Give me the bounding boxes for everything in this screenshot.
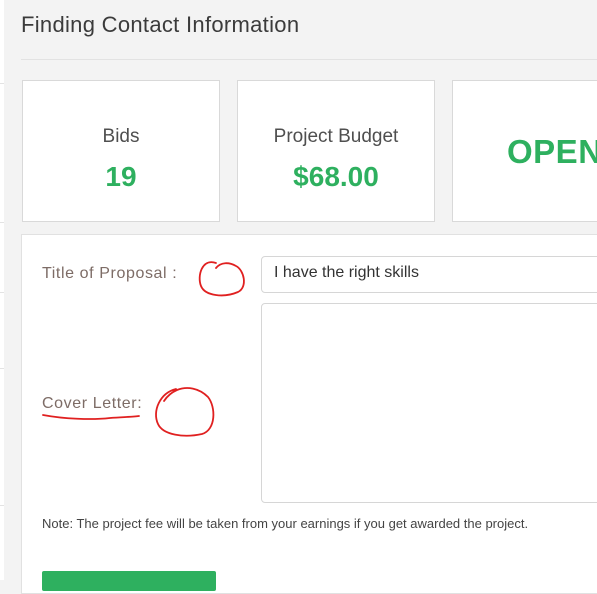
cover-letter-label: Cover Letter: — [42, 395, 143, 412]
fee-note: Note: The project fee will be taken from… — [42, 516, 529, 531]
submit-proposal-button[interactable] — [42, 571, 216, 591]
edge-divider — [0, 292, 4, 293]
status-value: OPEN — [507, 133, 597, 170]
cover-letter-textarea[interactable] — [261, 303, 597, 503]
edge-divider — [0, 83, 4, 84]
bids-card: Bids 19 — [22, 80, 220, 222]
edge-divider — [0, 222, 4, 223]
left-edge-strip — [0, 0, 4, 580]
edge-divider — [0, 505, 4, 506]
budget-label: Project Budget — [273, 126, 399, 147]
bids-value: 19 — [105, 161, 137, 192]
budget-value: $68.00 — [293, 161, 379, 192]
status-card: OPEN — [452, 80, 597, 222]
proposal-title-input[interactable]: I have the right skills — [261, 256, 597, 293]
bids-label: Bids — [102, 126, 140, 147]
edge-divider — [0, 368, 4, 369]
proposal-title-label: Title of Proposal : — [42, 265, 178, 282]
budget-card: Project Budget $68.00 — [237, 80, 435, 222]
title-divider — [21, 59, 597, 60]
page-title: Finding Contact Information — [21, 12, 300, 37]
